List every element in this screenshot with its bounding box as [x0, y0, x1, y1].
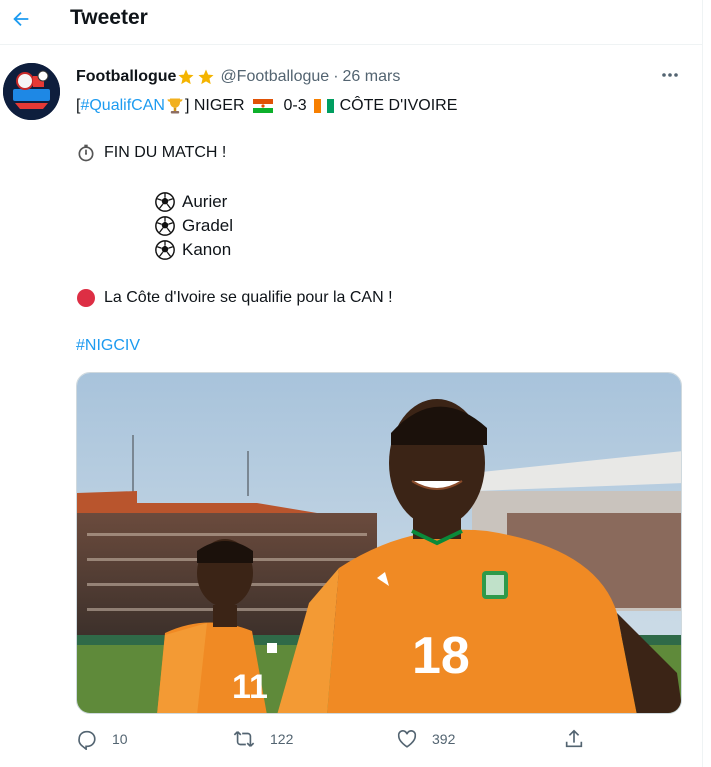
tweet-header: Footballogue @Footballogue · 26 mars — [76, 66, 400, 88]
list-item: Kanon — [154, 238, 233, 262]
avatar[interactable] — [3, 63, 60, 120]
score-line: [ #QualifCAN ] NIGER 0-3 CÔTE D'IVOIRE — [76, 96, 457, 116]
soccer-ball-icon — [154, 215, 176, 237]
display-name[interactable]: Footballogue — [76, 68, 176, 86]
soccer-ball-icon — [154, 191, 176, 213]
score: 0-3 — [283, 97, 307, 114]
list-item: Gradel — [154, 214, 233, 238]
retweet-button[interactable]: 122 — [232, 728, 293, 750]
stopwatch-icon — [76, 143, 96, 163]
like-count: 392 — [432, 731, 456, 747]
star-icon — [198, 69, 214, 85]
hashtag-qualifcan[interactable]: #QualifCAN — [80, 96, 164, 116]
stars — [177, 68, 215, 86]
tweet-photo[interactable]: 11 18 — [76, 372, 682, 714]
back-arrow-icon — [13, 11, 29, 27]
hashtag-line: #NIGCIV — [76, 336, 140, 356]
like-button[interactable]: 392 — [396, 728, 455, 750]
retweet-icon — [233, 731, 255, 747]
column-divider — [702, 0, 703, 767]
red-circle-icon — [76, 288, 96, 308]
handle[interactable]: @Footballogue — [220, 68, 329, 86]
scorer-name: Gradel — [182, 216, 234, 235]
team-cote-divoire: CÔTE D'IVOIRE — [339, 97, 458, 114]
final-whistle-text: FIN DU MATCH ! — [104, 144, 227, 161]
scorer-name: Kanon — [182, 240, 232, 259]
svg-text:18: 18 — [412, 627, 470, 685]
tweet-date[interactable]: 26 mars — [343, 68, 401, 86]
separator: · — [333, 68, 339, 85]
svg-text:11: 11 — [232, 668, 268, 706]
page-title: Tweeter — [70, 6, 148, 29]
scorer-name: Aurier — [182, 192, 228, 211]
qualify-line: La Côte d'Ivoire se qualifie pour la CAN… — [76, 288, 393, 308]
like-icon — [397, 730, 417, 748]
reply-count: 10 — [112, 731, 128, 747]
retweet-count: 122 — [270, 731, 294, 747]
star-icon — [178, 69, 194, 85]
back-button[interactable] — [6, 4, 36, 34]
team-niger: ] NIGER — [184, 97, 245, 114]
share-icon — [565, 729, 583, 748]
tweet-actions: 10 122 392 — [76, 728, 596, 754]
trophy-icon — [165, 96, 185, 116]
share-button[interactable] — [563, 728, 599, 750]
more-icon — [662, 73, 678, 77]
players-photo: 11 18 — [77, 373, 681, 713]
ivory-coast-flag-icon — [313, 99, 334, 113]
top-bar: Tweeter — [0, 0, 703, 45]
footballogue-logo — [3, 63, 60, 120]
list-item: Aurier — [154, 190, 233, 214]
soccer-ball-icon — [154, 239, 176, 261]
qualify-text: La Côte d'Ivoire se qualifie pour la CAN… — [104, 289, 393, 306]
niger-flag-icon — [252, 99, 273, 113]
more-button[interactable] — [655, 64, 685, 86]
final-whistle-line: FIN DU MATCH ! — [76, 143, 226, 163]
hashtag-nigciv[interactable]: #NIGCIV — [76, 336, 140, 356]
scorers-list: Aurier Gradel Kanon — [154, 190, 233, 262]
reply-button[interactable]: 10 — [76, 728, 128, 750]
reply-icon — [78, 730, 96, 750]
